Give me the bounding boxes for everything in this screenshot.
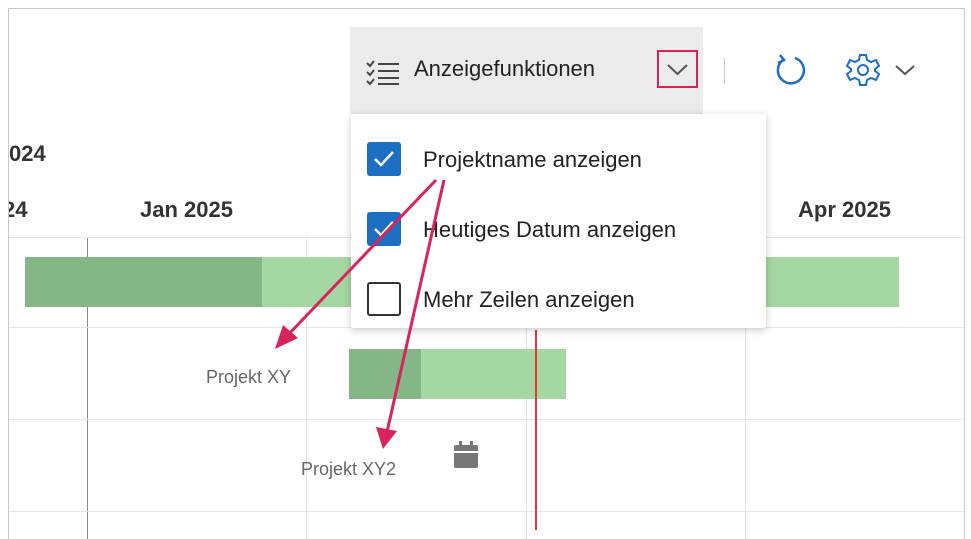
display-options-menu: Projektname anzeigen Heutiges Datum anze… xyxy=(351,114,766,328)
gantt-bar-progress[interactable] xyxy=(25,257,262,307)
project-name-label: Projekt XY xyxy=(206,367,292,387)
display-options-label[interactable]: Anzeigefunktionen xyxy=(414,56,595,82)
chevron-down-icon[interactable] xyxy=(893,62,917,78)
refresh-icon[interactable] xyxy=(773,52,809,88)
gear-icon[interactable] xyxy=(845,52,881,88)
menu-item-label: Heutiges Datum anzeigen xyxy=(423,217,677,242)
calendar-icon[interactable] xyxy=(453,441,479,469)
today-line xyxy=(535,330,537,530)
year-label: 024 xyxy=(9,141,46,166)
project-name-label: Projekt XY2 xyxy=(301,459,397,479)
month-label: Jan 2025 xyxy=(140,197,233,222)
menu-item-show-project-name[interactable]: Projektname anzeigen xyxy=(351,129,766,189)
checkbox-unchecked[interactable] xyxy=(367,282,401,316)
menu-item-more-rows[interactable]: Mehr Zeilen anzeigen xyxy=(351,269,766,329)
checkbox-checked[interactable] xyxy=(367,212,401,246)
gantt-bar[interactable] xyxy=(421,349,566,399)
menu-item-label: Projektname anzeigen xyxy=(423,147,642,172)
chevron-down-icon xyxy=(667,64,688,76)
checkmark-icon xyxy=(374,151,394,167)
month-label: Apr 2025 xyxy=(798,197,891,222)
row-divider xyxy=(9,419,964,420)
checkbox-checked[interactable] xyxy=(367,142,401,176)
menu-item-label: Mehr Zeilen anzeigen xyxy=(423,287,635,312)
toolbar-separator xyxy=(724,58,725,84)
checkmark-icon xyxy=(374,221,394,237)
menu-item-show-today[interactable]: Heutiges Datum anzeigen xyxy=(351,199,766,259)
month-label: 24 xyxy=(9,197,28,222)
row-divider xyxy=(9,511,964,512)
gantt-bar-progress[interactable] xyxy=(349,349,421,399)
list-options-icon xyxy=(366,60,399,86)
display-options-dropdown-toggle[interactable] xyxy=(657,50,698,88)
